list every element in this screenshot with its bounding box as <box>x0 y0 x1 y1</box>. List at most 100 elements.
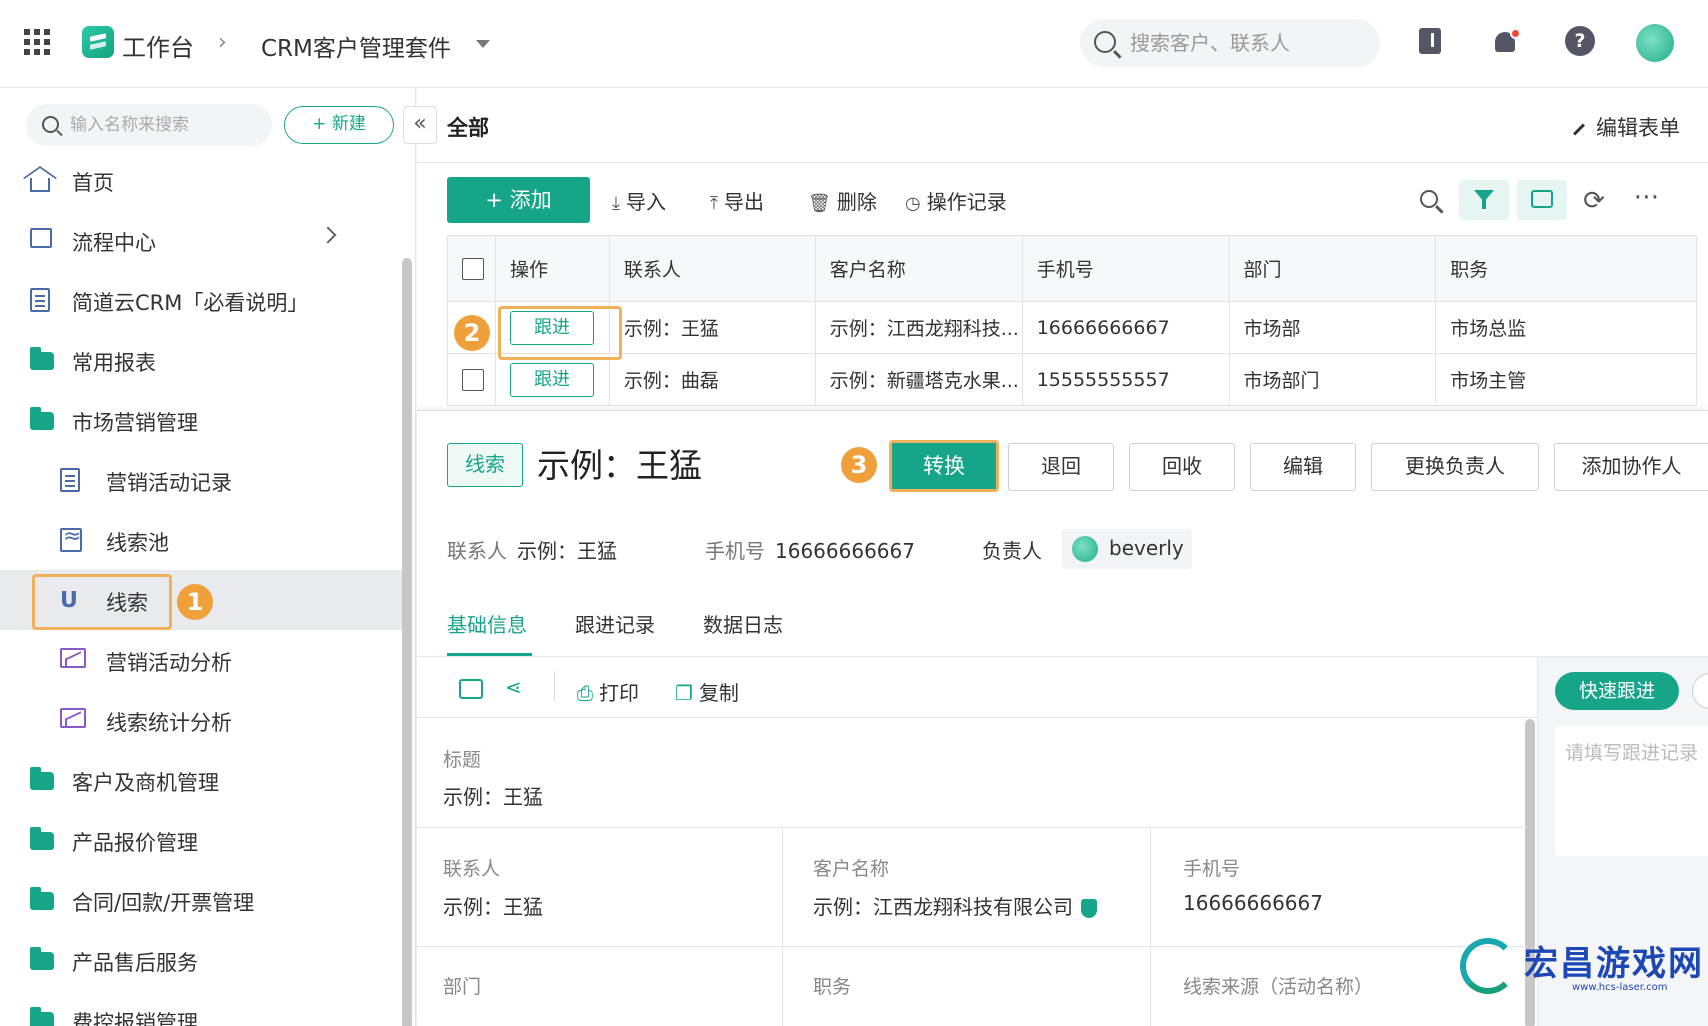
edit-button[interactable]: 编辑 <box>1250 443 1356 491</box>
refresh-icon[interactable]: ⟳ <box>1577 184 1611 218</box>
folder-icon <box>30 827 54 850</box>
help-icon[interactable]: ? <box>1565 26 1595 56</box>
sidebar-item-label: 简道云CRM「必看说明」 <box>72 291 309 315</box>
book-icon[interactable] <box>1416 26 1446 58</box>
history-button[interactable]: ◷ 操作记录 <box>905 186 1007 215</box>
edit-form-button[interactable]: 编辑表单 <box>1572 112 1680 142</box>
new-button[interactable]: + 新建 <box>284 106 394 144</box>
table-cell: 示例：曲磊 <box>608 353 816 406</box>
user-avatar[interactable] <box>1636 24 1674 62</box>
column-header[interactable]: 联系人 <box>608 235 816 302</box>
add-button[interactable]: + 添加 <box>447 177 590 223</box>
history-label: 操作记录 <box>926 190 1007 214</box>
workbench-title[interactable]: 工作台 <box>122 28 194 63</box>
print-button[interactable]: ⎙ 打印 <box>577 677 639 706</box>
suite-name[interactable]: CRM客户管理套件 <box>261 29 451 63</box>
global-search[interactable] <box>1080 19 1380 67</box>
sidebar-item-expenses[interactable]: 费控报销管理 <box>0 990 404 1026</box>
table-cell: 示例：江西龙翔科技... <box>814 301 1023 354</box>
sidebar-item-campaign-records[interactable]: 营销活动记录 <box>0 450 404 510</box>
folder-icon <box>30 887 54 910</box>
column-header[interactable]: 部门 <box>1228 235 1437 302</box>
global-search-input[interactable] <box>1130 27 1360 59</box>
copy-button[interactable]: ❐ 复制 <box>675 677 739 706</box>
trash-icon: 🗑 <box>808 193 831 214</box>
field-value-customer[interactable]: 示例：江西龙翔科技有限公司 <box>813 891 1097 920</box>
filter-icon[interactable] <box>1459 180 1509 220</box>
search-icon[interactable] <box>1413 184 1447 218</box>
table-cell: 市场主管 <box>1435 353 1697 406</box>
highlight-follow-up <box>498 306 622 360</box>
divider <box>554 671 555 701</box>
lead-detail-panel: 线索 示例：王猛 3 转换 退回 回收 编辑 更换负责人 添加协作人 联系人 示例… <box>417 410 1708 1026</box>
table-row[interactable]: 跟进 示例：王猛 示例：江西龙翔科技... 16666666667 市场部 市场… <box>447 301 1697 354</box>
sidebar-item-quotes[interactable]: 产品报价管理 <box>0 810 404 870</box>
view-icon[interactable] <box>459 679 483 699</box>
upload-icon: ⤒ <box>710 193 718 214</box>
add-collaborator-button[interactable]: 添加协作人 <box>1554 443 1708 491</box>
divider <box>417 656 1708 657</box>
chevron-down-icon[interactable] <box>476 40 490 48</box>
row-select-cell <box>447 353 496 406</box>
tab-follow-records[interactable]: 跟进记录 <box>575 609 655 638</box>
sidebar-item-lead-stats[interactable]: 线索统计分析 <box>0 690 404 750</box>
column-header[interactable]: 客户名称 <box>814 235 1023 302</box>
delete-button[interactable]: 🗑 删除 <box>808 186 877 215</box>
return-button[interactable]: 退回 <box>1008 443 1114 491</box>
recycle-button[interactable]: 回收 <box>1129 443 1235 491</box>
sidebar-item-lead-pool[interactable]: 线索池 <box>0 510 404 570</box>
convert-button[interactable]: 转换 <box>889 440 999 492</box>
step-badge-1: 1 <box>177 584 213 620</box>
folder-icon <box>30 407 54 430</box>
field-label-source: 线索来源（活动名称） <box>1183 976 1374 998</box>
table-cell: 示例：王猛 <box>608 301 816 354</box>
follow-record-area[interactable] <box>1555 726 1708 856</box>
search-icon <box>42 116 59 133</box>
follow-up-button[interactable]: 跟进 <box>509 362 594 397</box>
sidebar-item-reports[interactable]: 常用报表 <box>0 330 404 390</box>
export-button[interactable]: ⤒ 导出 <box>710 186 764 215</box>
sidebar-item-after-sales[interactable]: 产品售后服务 <box>0 930 404 990</box>
sidebar-item-crm-guide[interactable]: 简道云CRM「必看说明」 <box>0 270 404 330</box>
home-icon <box>30 178 50 192</box>
watermark-text: 宏昌游戏网 <box>1524 944 1704 984</box>
column-header[interactable]: 手机号 <box>1021 235 1230 302</box>
top-bar: 工作台 › CRM客户管理套件 ? <box>0 0 1708 88</box>
quick-follow-button[interactable]: 快速跟进 <box>1555 672 1679 710</box>
tab-data-log[interactable]: 数据日志 <box>703 609 783 638</box>
breadcrumb-separator: › <box>218 30 227 55</box>
meta-contact: 联系人 示例：王猛 <box>447 535 617 564</box>
table-row[interactable]: 跟进 示例：曲磊 示例：新疆塔克水果... 15555555557 市场部门 市… <box>447 353 1697 406</box>
select-all-checkbox[interactable] <box>462 257 484 280</box>
tab-basic-info[interactable]: 基础信息 <box>447 609 527 638</box>
sidebar-search-input[interactable] <box>70 112 260 138</box>
sidebar-item-marketing[interactable]: 市场营销管理 <box>0 390 404 450</box>
column-header[interactable]: 职务 <box>1435 235 1697 302</box>
app-grid-icon[interactable] <box>24 29 50 55</box>
sidebar-item-campaign-analysis[interactable]: 营销活动分析 <box>0 630 404 690</box>
sidebar-scrollbar[interactable] <box>402 258 412 1026</box>
sidebar-item-home[interactable]: 首页 <box>0 150 404 210</box>
sidebar-search[interactable] <box>26 104 272 146</box>
field-value-title: 示例：王猛 <box>443 785 543 809</box>
follow-record-input[interactable] <box>1565 738 1708 838</box>
import-button[interactable]: ⤓ 导入 <box>612 186 666 215</box>
change-owner-button[interactable]: 更换负责人 <box>1371 443 1539 491</box>
more-icon[interactable]: ⋯ <box>1630 184 1664 218</box>
sidebar-item-flow-center[interactable]: 流程中心 <box>0 210 404 270</box>
owner-chip[interactable]: beverly <box>1062 529 1192 569</box>
share-icon[interactable]: ⋖ <box>505 675 522 699</box>
meta-phone: 手机号 16666666667 <box>705 535 915 564</box>
owner-name: beverly <box>1109 536 1184 560</box>
row-checkbox[interactable] <box>462 368 484 391</box>
field-label-phone: 手机号 <box>1183 858 1241 880</box>
column-header[interactable]: 操作 <box>494 235 610 302</box>
sidebar-item-contracts[interactable]: 合同/回款/开票管理 <box>0 870 404 930</box>
folder-icon <box>30 767 54 790</box>
view-icon[interactable] <box>1517 180 1567 220</box>
collapse-sidebar-button[interactable]: « <box>403 106 437 144</box>
notification-bell-icon[interactable] <box>1490 26 1521 58</box>
step-badge-3: 3 <box>841 447 877 483</box>
folder-icon <box>30 947 54 970</box>
sidebar-item-customers[interactable]: 客户及商机管理 <box>0 750 404 810</box>
